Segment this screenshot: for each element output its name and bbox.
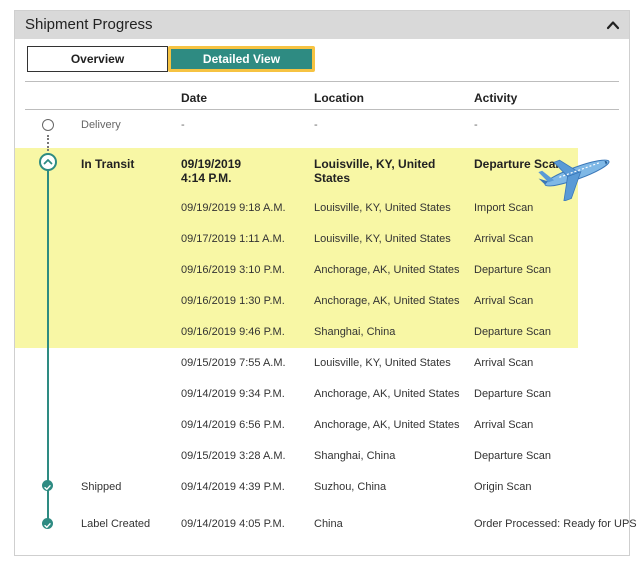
location-cell: Suzhou, China (314, 481, 387, 493)
table-row: 09/16/2019 1:30 P.M. Anchorage, AK, Unit… (15, 295, 631, 325)
view-toggle: Overview Detailed View (27, 46, 315, 72)
activity-cell: Import Scan (474, 202, 534, 214)
overview-button[interactable]: Overview (27, 46, 168, 72)
activity-cell: Departure Scan (474, 450, 552, 462)
location-cell: Louisville, KY, United States (314, 357, 451, 369)
status-label: Label Created (81, 518, 151, 530)
shipment-progress-panel: Shipment Progress Overview Detailed View… (14, 10, 637, 556)
location-cell: Anchorage, AK, United States (314, 419, 460, 431)
column-header-location: Location (314, 91, 364, 105)
date-cell: 09/14/2019 6:56 P.M. (181, 419, 285, 431)
location-cell: Louisville, KY, United States (314, 202, 451, 214)
location-cell: Anchorage, AK, United States (314, 295, 460, 307)
date-cell: 09/15/2019 3:28 A.M. (181, 450, 286, 462)
date-cell: 09/19/2019 9:18 A.M. (181, 202, 286, 214)
status-label: Delivery (81, 119, 121, 131)
panel-header[interactable]: Shipment Progress (15, 11, 629, 39)
activity-cell: Origin Scan (474, 481, 532, 493)
date-cell: 09/16/2019 3:10 P.M. (181, 264, 285, 276)
activity-cell: Departure Scan (474, 326, 552, 338)
location-cell: - (314, 119, 318, 131)
activity-cell: Arrival Scan (474, 419, 534, 431)
location-cell: Shanghai, China (314, 326, 396, 338)
column-header-activity: Activity (474, 91, 518, 105)
activity-cell: - (474, 119, 478, 131)
activity-cell: Arrival Scan (474, 233, 534, 245)
table-row: 09/14/2019 6:56 P.M. Anchorage, AK, Unit… (15, 419, 631, 449)
status-label: In Transit (81, 157, 135, 171)
date-cell: 09/16/2019 9:46 P.M. (181, 326, 285, 338)
detailed-view-button[interactable]: Detailed View (168, 46, 315, 72)
table-row: 09/14/2019 9:34 P.M. Anchorage, AK, Unit… (15, 388, 631, 418)
table-row: 09/15/2019 3:28 A.M. Shanghai, China Dep… (15, 450, 631, 480)
table-row: Label Created 09/14/2019 4:05 P.M. China… (15, 518, 637, 548)
location-cell: Shanghai, China (314, 450, 396, 462)
location-cell: Anchorage, AK, United States (314, 388, 460, 400)
activity-cell: Departure Scan (474, 264, 552, 276)
date-cell: 09/17/2019 1:11 A.M. (181, 233, 285, 245)
airplane-icon (537, 145, 617, 202)
activity-cell: Arrival Scan (474, 357, 534, 369)
table-row: 09/16/2019 9:46 P.M. Shanghai, China Dep… (15, 326, 631, 356)
date-cell: 09/14/2019 9:34 P.M. (181, 388, 285, 400)
date-cell: - (181, 119, 185, 131)
table-row: 09/19/2019 9:18 A.M. Louisville, KY, Uni… (15, 202, 631, 232)
divider (25, 109, 619, 110)
location-cell: Louisville, KY, United States (314, 233, 451, 245)
table-row: Shipped 09/14/2019 4:39 P.M. Suzhou, Chi… (15, 481, 631, 511)
date-cell: 09/15/2019 7:55 A.M. (181, 357, 286, 369)
table-row: 09/16/2019 3:10 P.M. Anchorage, AK, Unit… (15, 264, 631, 294)
table-row: 09/15/2019 7:55 A.M. Louisville, KY, Uni… (15, 357, 631, 387)
location-cell: Anchorage, AK, United States (314, 264, 460, 276)
location-cell: Louisville, KY, United States (314, 157, 436, 185)
table-row: 09/17/2019 1:11 A.M. Louisville, KY, Uni… (15, 233, 631, 263)
date-cell: 09/14/2019 4:05 P.M. (181, 518, 285, 530)
column-header-date: Date (181, 91, 208, 105)
activity-cell: Order Processed: Ready for UPS (474, 518, 637, 530)
status-label: Shipped (81, 481, 122, 493)
chevron-up-icon[interactable] (605, 17, 621, 33)
activity-cell: Departure Scan (474, 388, 552, 400)
divider (25, 81, 619, 82)
date-cell: 09/19/2019 4:14 P.M. (181, 157, 242, 185)
activity-cell: Arrival Scan (474, 295, 534, 307)
location-cell: China (314, 518, 343, 530)
date-cell: 09/14/2019 4:39 P.M. (181, 481, 285, 493)
date-cell: 09/16/2019 1:30 P.M. (181, 295, 285, 307)
panel-title: Shipment Progress (25, 16, 153, 33)
